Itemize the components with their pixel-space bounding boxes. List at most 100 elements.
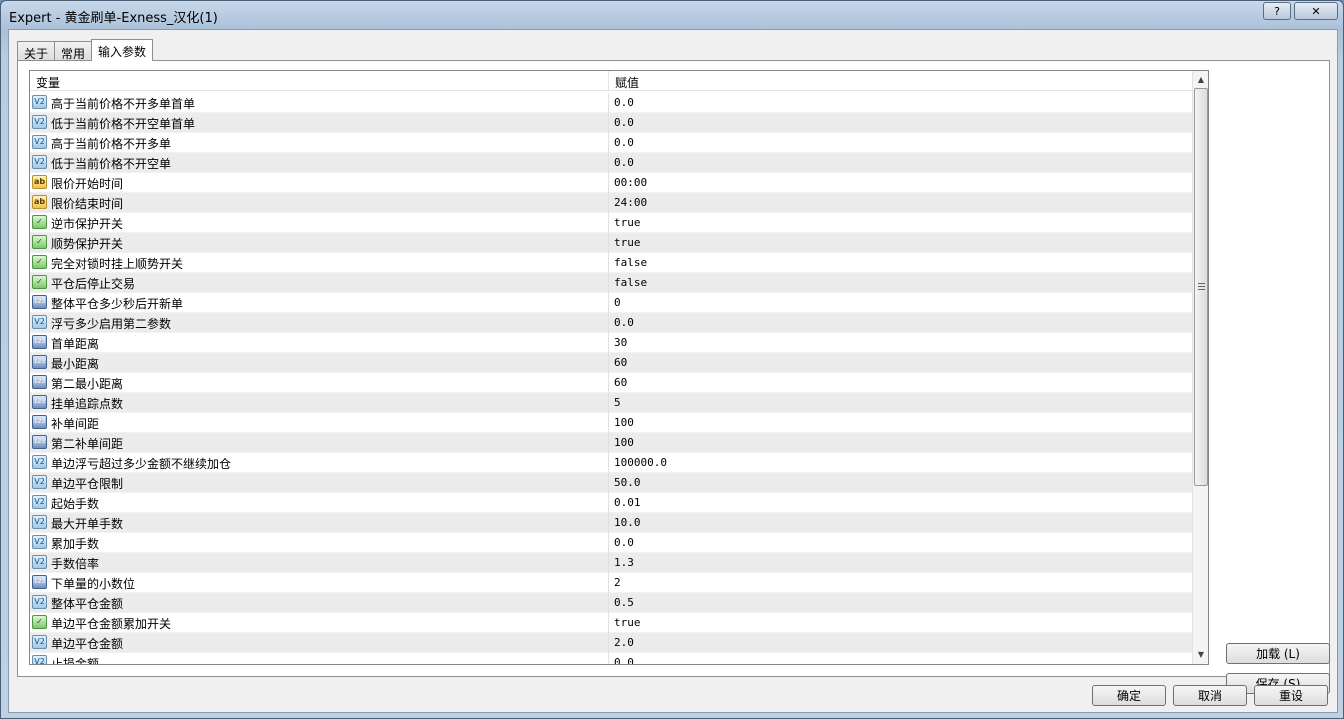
int-icon: 123 — [32, 335, 47, 349]
table-row[interactable]: 123 整体平仓多少秒后开新单 0 — [30, 293, 1192, 313]
table-row[interactable]: 123 下单量的小数位 2 — [30, 573, 1192, 593]
dialog-client-area: 关于 常用 输入参数 变量 赋值 V2 高于当前价格不开多单首单 0.0 V2 低于当前… — [8, 29, 1338, 713]
close-button[interactable]: ✕ — [1294, 2, 1338, 20]
grip-icon — [1198, 283, 1205, 290]
parameter-value[interactable]: 0.0 — [614, 536, 634, 549]
parameter-value[interactable]: 30 — [614, 336, 627, 349]
parameter-value[interactable]: 0.5 — [614, 596, 634, 609]
table-row[interactable]: V2 高于当前价格不开多单首单 0.0 — [30, 93, 1192, 113]
parameter-value[interactable]: 2.0 — [614, 636, 634, 649]
table-row[interactable]: V2 浮亏多少启用第二参数 0.0 — [30, 313, 1192, 333]
int-icon: 123 — [32, 355, 47, 369]
reset-button[interactable]: 重设 — [1254, 685, 1328, 706]
parameter-value[interactable]: 00:00 — [614, 176, 647, 189]
help-button[interactable]: ? — [1263, 2, 1291, 20]
parameter-value[interactable]: 0 — [614, 296, 621, 309]
table-row[interactable]: V2 最大开单手数 10.0 — [30, 513, 1192, 533]
table-row[interactable]: V2 止损金额 0.0 — [30, 653, 1192, 664]
double-icon: V2 — [32, 635, 47, 649]
parameter-value[interactable]: 0.0 — [614, 96, 634, 109]
table-row[interactable]: V2 起始手数 0.01 — [30, 493, 1192, 513]
parameter-value[interactable]: true — [614, 236, 641, 249]
parameter-value[interactable]: 100 — [614, 416, 634, 429]
parameter-value[interactable]: 0.0 — [614, 136, 634, 149]
column-divider — [608, 113, 609, 133]
scroll-down-icon[interactable]: ▼ — [1193, 646, 1208, 663]
parameter-name: 单边浮亏超过多少金额不继续加仓 — [51, 457, 232, 471]
parameter-value[interactable]: 100000.0 — [614, 456, 667, 469]
table-row[interactable]: V2 高于当前价格不开多单 0.0 — [30, 133, 1192, 153]
parameter-value[interactable]: false — [614, 276, 647, 289]
column-divider — [608, 293, 609, 313]
parameter-value[interactable]: 5 — [614, 396, 621, 409]
table-row[interactable]: V2 单边平仓金额 2.0 — [30, 633, 1192, 653]
parameter-value[interactable]: false — [614, 256, 647, 269]
scroll-up-icon[interactable]: ▲ — [1193, 71, 1208, 88]
column-header-variable[interactable]: 变量 — [36, 74, 60, 91]
parameter-value[interactable]: 2 — [614, 576, 621, 589]
parameter-value[interactable]: true — [614, 616, 641, 629]
parameter-value[interactable]: 100 — [614, 436, 634, 449]
parameter-value[interactable]: 50.0 — [614, 476, 641, 489]
parameter-value[interactable]: 10.0 — [614, 516, 641, 529]
parameter-name: 单边平仓限制 — [51, 477, 124, 491]
parameter-value[interactable]: true — [614, 216, 641, 229]
string-icon: ab — [32, 195, 47, 209]
column-divider — [608, 353, 609, 373]
parameter-rows: V2 高于当前价格不开多单首单 0.0 V2 低于当前价格不开空单首单 0.0 V2 高于当前… — [30, 93, 1192, 664]
table-row[interactable]: V2 低于当前价格不开空单首单 0.0 — [30, 113, 1192, 133]
grid-header: 变量 赋值 — [30, 71, 1192, 91]
table-row[interactable]: ✓ 完全对锁时挂上顺势开关 false — [30, 253, 1192, 273]
scroll-thumb[interactable] — [1194, 88, 1208, 486]
column-divider — [608, 173, 609, 193]
parameter-value[interactable]: 1.3 — [614, 556, 634, 569]
parameter-value[interactable]: 0.0 — [614, 656, 634, 664]
bool-icon: ✓ — [32, 215, 47, 229]
parameter-value[interactable]: 0.01 — [614, 496, 641, 509]
table-row[interactable]: V2 整体平仓金额 0.5 — [30, 593, 1192, 613]
table-row[interactable]: 123 挂单追踪点数 5 — [30, 393, 1192, 413]
column-divider — [608, 473, 609, 493]
parameter-value[interactable]: 60 — [614, 376, 627, 389]
table-row[interactable]: ✓ 平仓后停止交易 false — [30, 273, 1192, 293]
parameter-name: 高于当前价格不开多单首单 — [51, 97, 196, 111]
table-row[interactable]: 123 最小距离 60 — [30, 353, 1192, 373]
parameter-value[interactable]: 0.0 — [614, 156, 634, 169]
parameter-value[interactable]: 60 — [614, 356, 627, 369]
ok-button[interactable]: 确定 — [1092, 685, 1166, 706]
table-row[interactable]: ab 限价结束时间 24:00 — [30, 193, 1192, 213]
tab-inputs[interactable]: 输入参数 — [91, 39, 154, 61]
table-row[interactable]: 123 第二补单间距 100 — [30, 433, 1192, 453]
column-divider — [608, 433, 609, 453]
header-divider[interactable] — [608, 71, 609, 91]
parameter-name: 首单距离 — [51, 337, 100, 351]
parameter-value[interactable]: 24:00 — [614, 196, 647, 209]
table-row[interactable]: ✓ 逆市保护开关 true — [30, 213, 1192, 233]
column-divider — [608, 633, 609, 653]
cancel-button[interactable]: 取消 — [1173, 685, 1247, 706]
load-button[interactable]: 加载 (L) — [1226, 643, 1330, 664]
table-row[interactable]: V2 低于当前价格不开空单 0.0 — [30, 153, 1192, 173]
vertical-scrollbar[interactable]: ▲ ▼ — [1192, 71, 1208, 664]
table-row[interactable]: V2 单边平仓限制 50.0 — [30, 473, 1192, 493]
title-bar[interactable]: Expert - 黄金刷单-Exness_汉化(1) ? ✕ — [1, 1, 1343, 29]
table-row[interactable]: ✓ 顺势保护开关 true — [30, 233, 1192, 253]
column-header-value[interactable]: 赋值 — [615, 74, 639, 91]
parameter-value[interactable]: 0.0 — [614, 316, 634, 329]
table-row[interactable]: 123 补单间距 100 — [30, 413, 1192, 433]
table-row[interactable]: ab 限价开始时间 00:00 — [30, 173, 1192, 193]
table-row[interactable]: 123 首单距离 30 — [30, 333, 1192, 353]
table-row[interactable]: V2 手数倍率 1.3 — [30, 553, 1192, 573]
parameter-value[interactable]: 0.0 — [614, 116, 634, 129]
table-row[interactable]: 123 第二最小距离 60 — [30, 373, 1192, 393]
table-row[interactable]: V2 累加手数 0.0 — [30, 533, 1192, 553]
tab-common[interactable]: 常用 — [54, 41, 93, 61]
column-divider — [608, 333, 609, 353]
table-row[interactable]: ✓ 单边平仓金额累加开关 true — [30, 613, 1192, 633]
tab-about[interactable]: 关于 — [17, 41, 56, 61]
table-row[interactable]: V2 单边浮亏超过多少金额不继续加仓 100000.0 — [30, 453, 1192, 473]
int-icon: 123 — [32, 375, 47, 389]
int-icon: 123 — [32, 395, 47, 409]
column-divider — [608, 133, 609, 153]
parameter-name: 挂单追踪点数 — [51, 397, 124, 411]
